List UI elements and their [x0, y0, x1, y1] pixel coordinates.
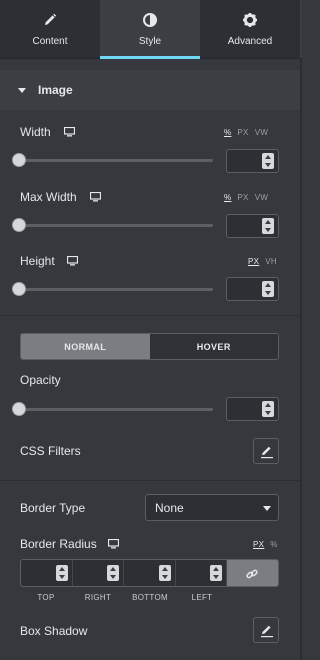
- opacity-slider-thumb[interactable]: [12, 402, 26, 416]
- max-width-slider-track[interactable]: [20, 224, 213, 227]
- normal-hover-toggle: NORMAL HOVER: [20, 333, 279, 360]
- pencil-icon: [261, 625, 273, 638]
- unit-px[interactable]: PX: [253, 540, 264, 549]
- unit-vw[interactable]: VW: [255, 128, 269, 137]
- height-input[interactable]: [226, 277, 279, 301]
- chevron-down-icon: [263, 506, 271, 511]
- radius-left-input[interactable]: [176, 560, 228, 586]
- spinner[interactable]: [107, 565, 120, 581]
- opacity-label: Opacity: [20, 373, 61, 387]
- section-image-header[interactable]: Image: [0, 70, 302, 110]
- radius-bottom-label: BOTTOM: [132, 593, 168, 602]
- caret-down-icon: [18, 87, 26, 93]
- half-circle-icon: [143, 13, 157, 27]
- unit-percent[interactable]: %: [224, 193, 231, 202]
- unit-px[interactable]: PX: [248, 257, 259, 266]
- unit-px[interactable]: PX: [237, 128, 248, 137]
- tab-advanced[interactable]: Advanced: [200, 0, 300, 59]
- pencil-icon: [261, 446, 273, 459]
- border-radius-units: PX%: [253, 540, 278, 549]
- unit-vw[interactable]: VW: [255, 193, 269, 202]
- tab-style-label: Style: [138, 36, 162, 47]
- unit-vh[interactable]: VH: [265, 257, 277, 266]
- panel-tabs: Content Style Advanced: [0, 0, 302, 59]
- desktop-icon[interactable]: [90, 192, 101, 202]
- desktop-icon[interactable]: [67, 256, 78, 266]
- height-spinner[interactable]: [262, 281, 274, 297]
- radius-bottom-input[interactable]: [124, 560, 176, 586]
- border-type-value: None: [155, 500, 184, 515]
- height-slider-thumb[interactable]: [12, 282, 26, 296]
- css-filters-label: CSS Filters: [20, 444, 81, 458]
- opacity-spinner[interactable]: [262, 401, 274, 417]
- link-icon: [246, 569, 258, 579]
- max-width-spinner[interactable]: [262, 218, 274, 234]
- border-type-label: Border Type: [20, 501, 86, 515]
- radius-right-input[interactable]: [73, 560, 125, 586]
- desktop-icon[interactable]: [108, 539, 119, 549]
- link-values-button[interactable]: [227, 560, 278, 586]
- tab-normal[interactable]: NORMAL: [21, 334, 150, 359]
- tab-content-label: Content: [32, 36, 68, 47]
- pencil-icon: [45, 13, 57, 25]
- desktop-icon[interactable]: [64, 127, 75, 137]
- radius-left-label: LEFT: [191, 593, 213, 602]
- border-controls: Border Type None Border Radius PX% TOP R…: [0, 480, 302, 660]
- panel-right-edge: [300, 59, 302, 660]
- border-radius-label: Border Radius: [20, 537, 97, 551]
- border-type-select[interactable]: None: [145, 494, 279, 521]
- unit-percent[interactable]: %: [224, 128, 231, 137]
- max-width-units: % PX VW: [224, 193, 268, 202]
- border-radius-dimensions: [20, 559, 279, 587]
- width-slider-thumb[interactable]: [12, 153, 26, 167]
- width-input[interactable]: [226, 149, 279, 173]
- max-width-input[interactable]: [226, 214, 279, 238]
- spinner[interactable]: [158, 565, 171, 581]
- tab-content[interactable]: Content: [0, 0, 100, 59]
- spinner[interactable]: [55, 565, 68, 581]
- radius-top-input[interactable]: [21, 560, 73, 586]
- section-title: Image: [38, 83, 73, 97]
- tab-edge: [300, 0, 302, 58]
- box-shadow-edit-button[interactable]: [253, 617, 279, 643]
- box-shadow-label: Box Shadow: [20, 624, 88, 638]
- max-width-slider-thumb[interactable]: [12, 218, 26, 232]
- opacity-input[interactable]: [226, 397, 279, 421]
- state-controls: NORMAL HOVER Opacity CSS Filters: [0, 315, 302, 480]
- height-slider-track[interactable]: [20, 288, 213, 291]
- radius-right-label: RIGHT: [84, 593, 112, 602]
- spinner[interactable]: [210, 565, 223, 581]
- tab-hover[interactable]: HOVER: [149, 334, 278, 359]
- max-width-label: Max Width: [20, 190, 77, 204]
- unit-percent[interactable]: %: [270, 540, 277, 549]
- opacity-slider-track[interactable]: [20, 408, 213, 411]
- width-spinner[interactable]: [262, 153, 274, 169]
- unit-px[interactable]: PX: [237, 193, 248, 202]
- image-size-controls: Width % PX VW Max Width % PX VW Height PX VH: [0, 110, 302, 315]
- width-slider-track[interactable]: [20, 159, 213, 162]
- height-label: Height: [20, 254, 55, 268]
- tab-advanced-label: Advanced: [227, 36, 273, 47]
- radius-top-label: TOP: [37, 593, 55, 602]
- height-units: PX VH: [248, 257, 277, 266]
- css-filters-edit-button[interactable]: [253, 438, 279, 464]
- width-label: Width: [20, 125, 51, 139]
- tab-style[interactable]: Style: [100, 0, 200, 59]
- width-units: % PX VW: [224, 128, 268, 137]
- gear-icon: [243, 13, 257, 27]
